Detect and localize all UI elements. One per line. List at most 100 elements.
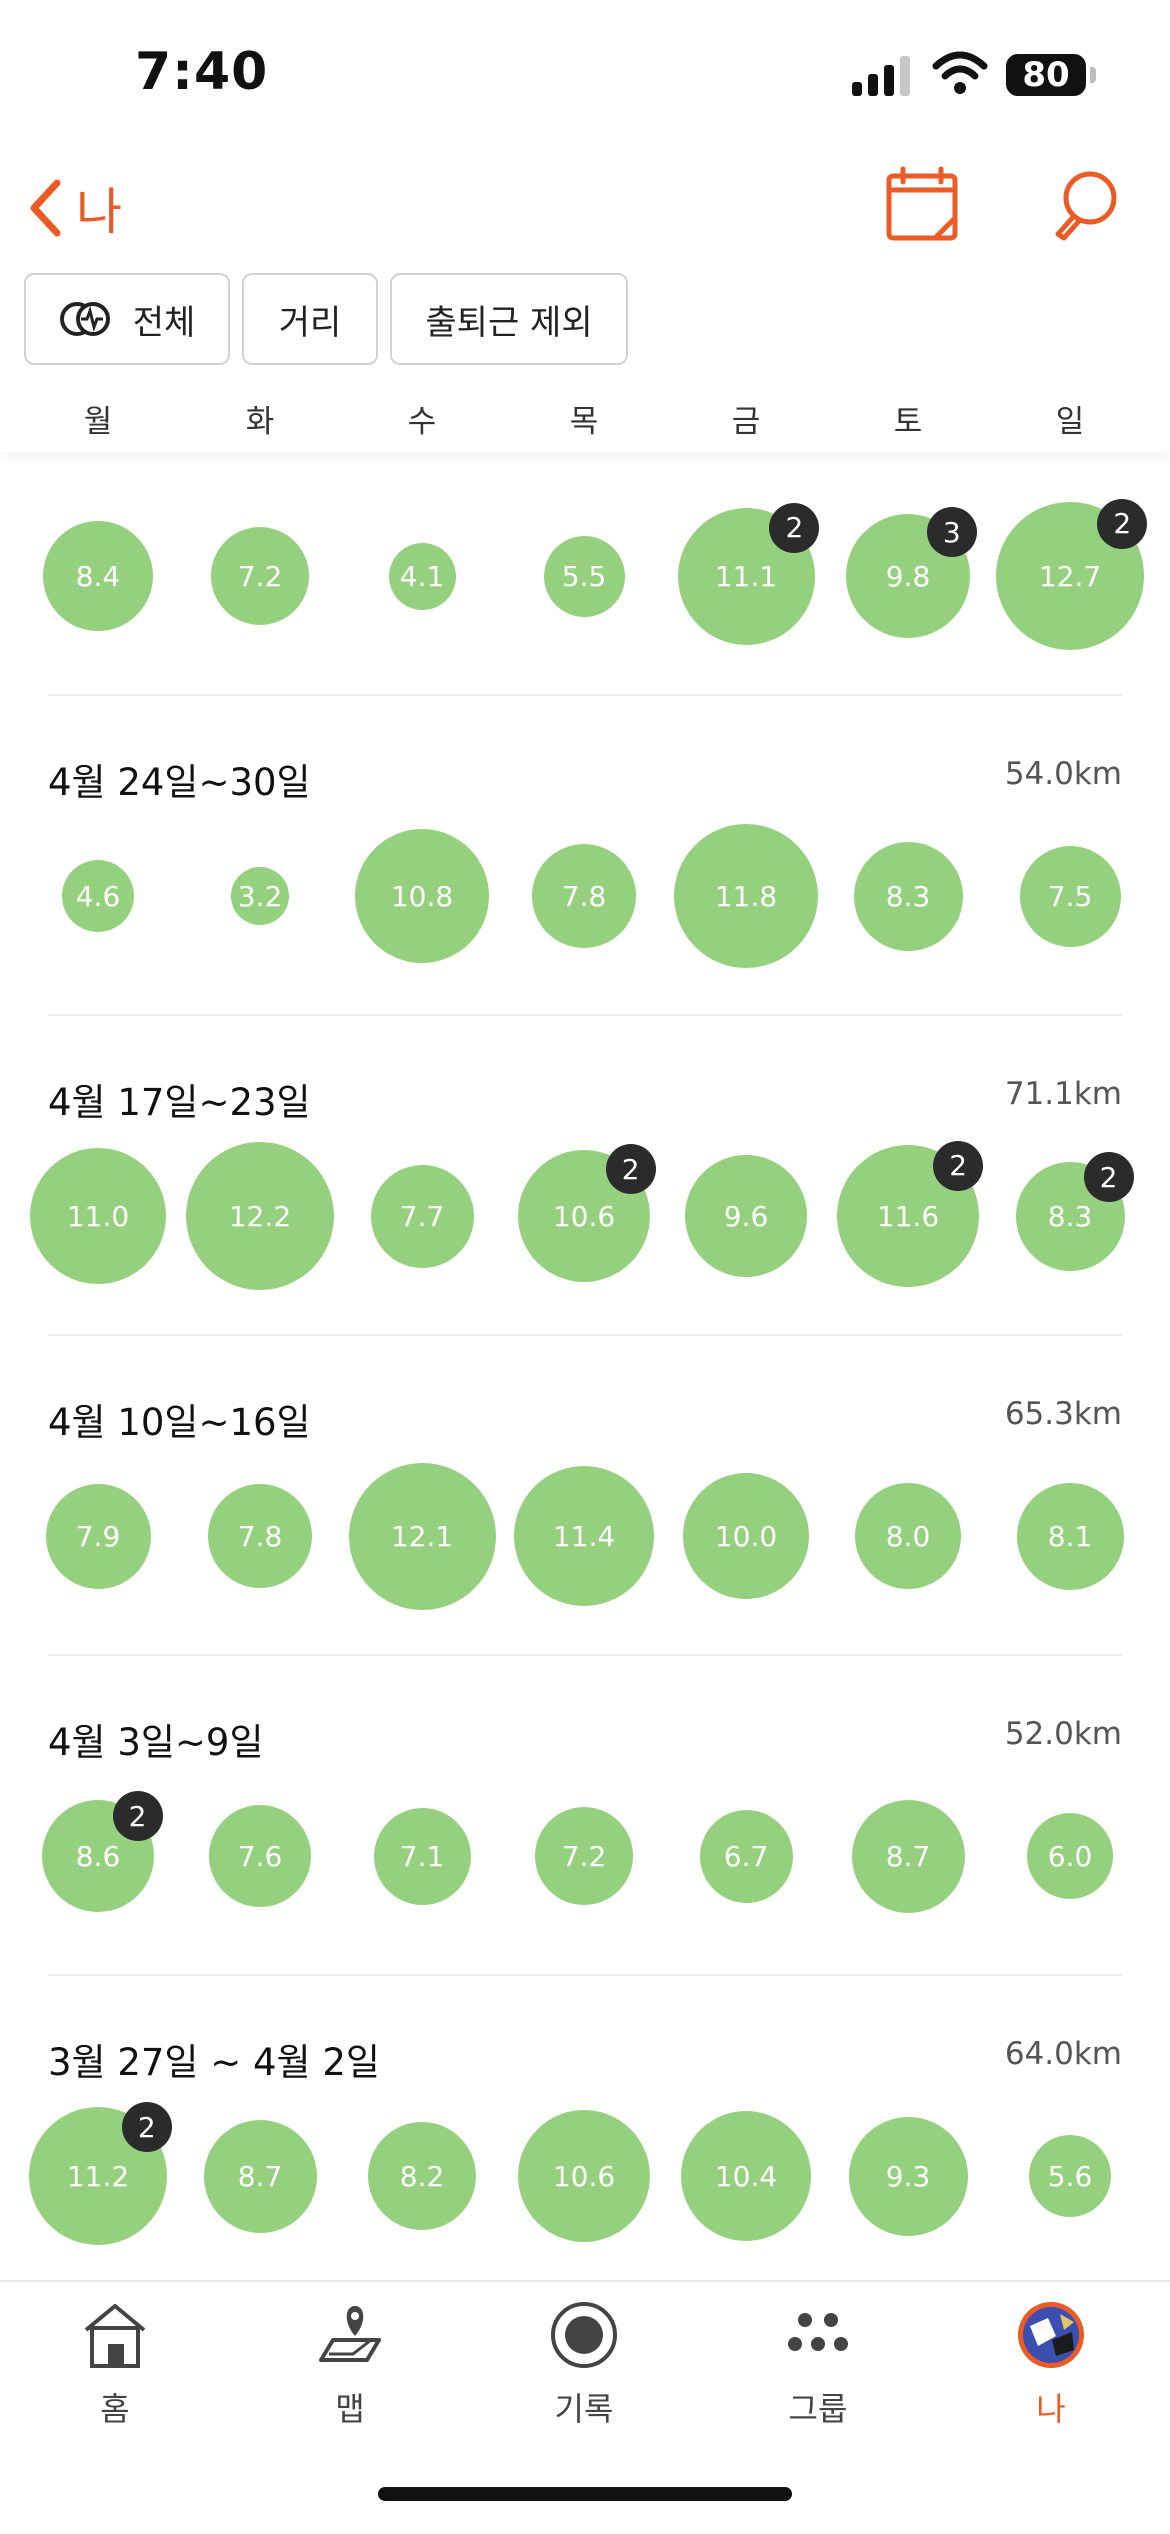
day-distance-bubble[interactable]: 7.8 xyxy=(208,1484,312,1588)
day-distance-bubble[interactable]: 3.2 xyxy=(231,867,289,925)
day-distance-bubble[interactable]: 7.6 xyxy=(209,1805,311,1907)
tab-label: 홈 xyxy=(100,2390,130,2428)
weekday-label: 월 xyxy=(83,404,113,440)
week-title: 3월 27일 ~ 4월 2일 xyxy=(48,2041,380,2084)
filter-chip-label: 전체 xyxy=(132,302,196,343)
week-total-distance: 71.1km xyxy=(1004,1076,1122,1112)
day-distance-bubble[interactable]: 7.5 xyxy=(1019,845,1121,947)
day-distance-bubble[interactable]: 7.2 xyxy=(211,527,309,625)
week-header: 4월 3일~9일 52.0km xyxy=(48,1712,1122,1772)
weekly-distance-list[interactable]: 8.4 7.2 4.1 5.5 11.1 2 9.8 3 12.7 2 4월 24일~30일 54.0… xyxy=(0,452,1170,2280)
day-distance-bubble[interactable]: 11.0 xyxy=(30,1148,166,1284)
day-distance-bubble[interactable]: 10.8 xyxy=(355,829,489,963)
group-icon xyxy=(788,2313,848,2351)
week-divider xyxy=(48,1654,1122,1656)
filter-chip-all[interactable]: 전체 xyxy=(24,273,230,365)
day-distance-bubble[interactable]: 7.8 xyxy=(532,844,636,948)
back-label: 나 xyxy=(76,183,122,241)
day-distance-bubble[interactable]: 11.4 xyxy=(514,1466,654,1606)
tab-label: 나 xyxy=(1036,2390,1066,2428)
tab-label: 기록 xyxy=(554,2390,614,2428)
day-distance-bubble[interactable]: 6.0 xyxy=(1027,1813,1113,1899)
weekday-label: 금 xyxy=(731,404,761,440)
filter-chip-distance[interactable]: 거리 xyxy=(242,273,378,365)
day-distance-bubble[interactable]: 12.2 xyxy=(186,1142,334,1290)
day-distance-bubble[interactable]: 8.0 xyxy=(855,1483,961,1589)
day-distance-bubble[interactable]: 7.1 xyxy=(373,1807,471,1905)
day-distance-bubble[interactable]: 6.7 xyxy=(699,1809,793,1903)
home-indicator xyxy=(378,2487,792,2501)
day-distance-bubble[interactable]: 9.3 xyxy=(848,2116,968,2236)
week-total-distance: 52.0km xyxy=(1004,1716,1122,1752)
record-icon xyxy=(551,2302,617,2368)
day-distance-bubble[interactable]: 9.6 xyxy=(685,1155,807,1277)
week-title: 4월 10일~16일 xyxy=(48,1401,311,1444)
wifi-icon xyxy=(932,51,988,94)
day-distance-bubble[interactable]: 8.3 xyxy=(853,841,963,951)
tab-home[interactable]: 홈 xyxy=(40,2300,190,2440)
weekday-label: 토 xyxy=(893,404,923,440)
activity-count-badge: 2 xyxy=(769,502,820,553)
weekday-label: 목 xyxy=(569,404,599,440)
day-distance-bubble[interactable]: 5.6 xyxy=(1029,2135,1111,2217)
day-distance-bubble[interactable]: 7.7 xyxy=(370,1164,474,1268)
day-distance-bubble[interactable]: 10.0 xyxy=(683,1473,809,1599)
back-button[interactable]: 나 xyxy=(28,172,122,244)
week-title: 4월 24일~30일 xyxy=(48,761,311,804)
activity-count-badge: 2 xyxy=(112,1791,163,1842)
avatar xyxy=(1018,2302,1084,2368)
day-distance-bubble[interactable]: 10.6 xyxy=(518,2110,650,2242)
battery-icon: 80 xyxy=(1006,54,1086,96)
activity-count-badge: 2 xyxy=(605,1144,656,1195)
week-header: 4월 17일~23일 71.1km xyxy=(48,1072,1122,1132)
tab-label: 맵 xyxy=(335,2390,365,2428)
week-total-distance: 54.0km xyxy=(1004,756,1122,792)
battery-cap xyxy=(1090,67,1096,83)
calendar-icon[interactable] xyxy=(885,166,961,242)
weekday-header: 월 화 수 목 금 토 일 xyxy=(0,392,1170,452)
day-distance-bubble[interactable]: 8.1 xyxy=(1016,1482,1124,1590)
week-total-distance: 65.3km xyxy=(1004,1396,1122,1432)
activity-count-badge: 2 xyxy=(121,2102,172,2153)
week-header: 4월 24일~30일 54.0km xyxy=(48,752,1122,812)
activity-count-badge: 2 xyxy=(1083,1152,1134,1203)
map-icon xyxy=(319,2306,381,2362)
tab-group[interactable]: 그룹 xyxy=(743,2300,893,2440)
day-distance-bubble[interactable]: 12.1 xyxy=(348,1462,496,1610)
tab-map[interactable]: 맵 xyxy=(275,2300,425,2440)
filter-chip-exclude-commute[interactable]: 출퇴근 제외 xyxy=(390,273,628,365)
day-distance-bubble[interactable]: 8.7 xyxy=(203,2119,317,2233)
search-icon[interactable] xyxy=(1050,168,1120,242)
weekday-label: 일 xyxy=(1055,404,1085,440)
day-distance-bubble[interactable]: 11.8 xyxy=(674,824,818,968)
cellular-signal-icon xyxy=(852,54,916,96)
day-distance-bubble[interactable]: 7.9 xyxy=(45,1483,151,1589)
tab-me[interactable]: 나 xyxy=(976,2300,1126,2440)
tab-record[interactable]: 기록 xyxy=(509,2300,659,2440)
weekday-label: 화 xyxy=(245,404,275,440)
chevron-left-icon xyxy=(30,179,61,237)
tab-label: 그룹 xyxy=(788,2390,848,2428)
day-distance-bubble[interactable]: 4.6 xyxy=(62,860,134,932)
day-distance-bubble[interactable]: 10.4 xyxy=(681,2111,811,2241)
week-title: 4월 3일~9일 xyxy=(48,1721,264,1764)
week-header: 3월 27일 ~ 4월 2일 64.0km xyxy=(48,2032,1122,2092)
activity-count-badge: 2 xyxy=(933,1140,984,1191)
filter-chip-label: 거리 xyxy=(278,302,342,343)
day-distance-bubble[interactable]: 5.5 xyxy=(543,535,625,617)
week-divider xyxy=(48,1974,1122,1976)
day-distance-bubble[interactable]: 8.2 xyxy=(368,2122,476,2230)
day-distance-bubble[interactable]: 4.1 xyxy=(388,542,456,610)
home-icon xyxy=(84,2304,146,2368)
status-time: 7:40 xyxy=(135,42,269,102)
status-bar: 7:40 80 xyxy=(0,0,1170,150)
week-header: 4월 10일~16일 65.3km xyxy=(48,1392,1122,1452)
day-distance-bubble[interactable]: 7.2 xyxy=(535,1807,633,1905)
day-distance-bubble[interactable]: 8.4 xyxy=(43,521,153,631)
week-divider xyxy=(48,1334,1122,1336)
day-distance-bubble[interactable]: 8.7 xyxy=(851,1799,965,1913)
filter-chip-label: 출퇴근 제외 xyxy=(425,302,593,343)
weekday-label: 수 xyxy=(407,404,437,440)
week-divider xyxy=(48,1014,1122,1016)
activity-type-icon xyxy=(59,302,110,336)
